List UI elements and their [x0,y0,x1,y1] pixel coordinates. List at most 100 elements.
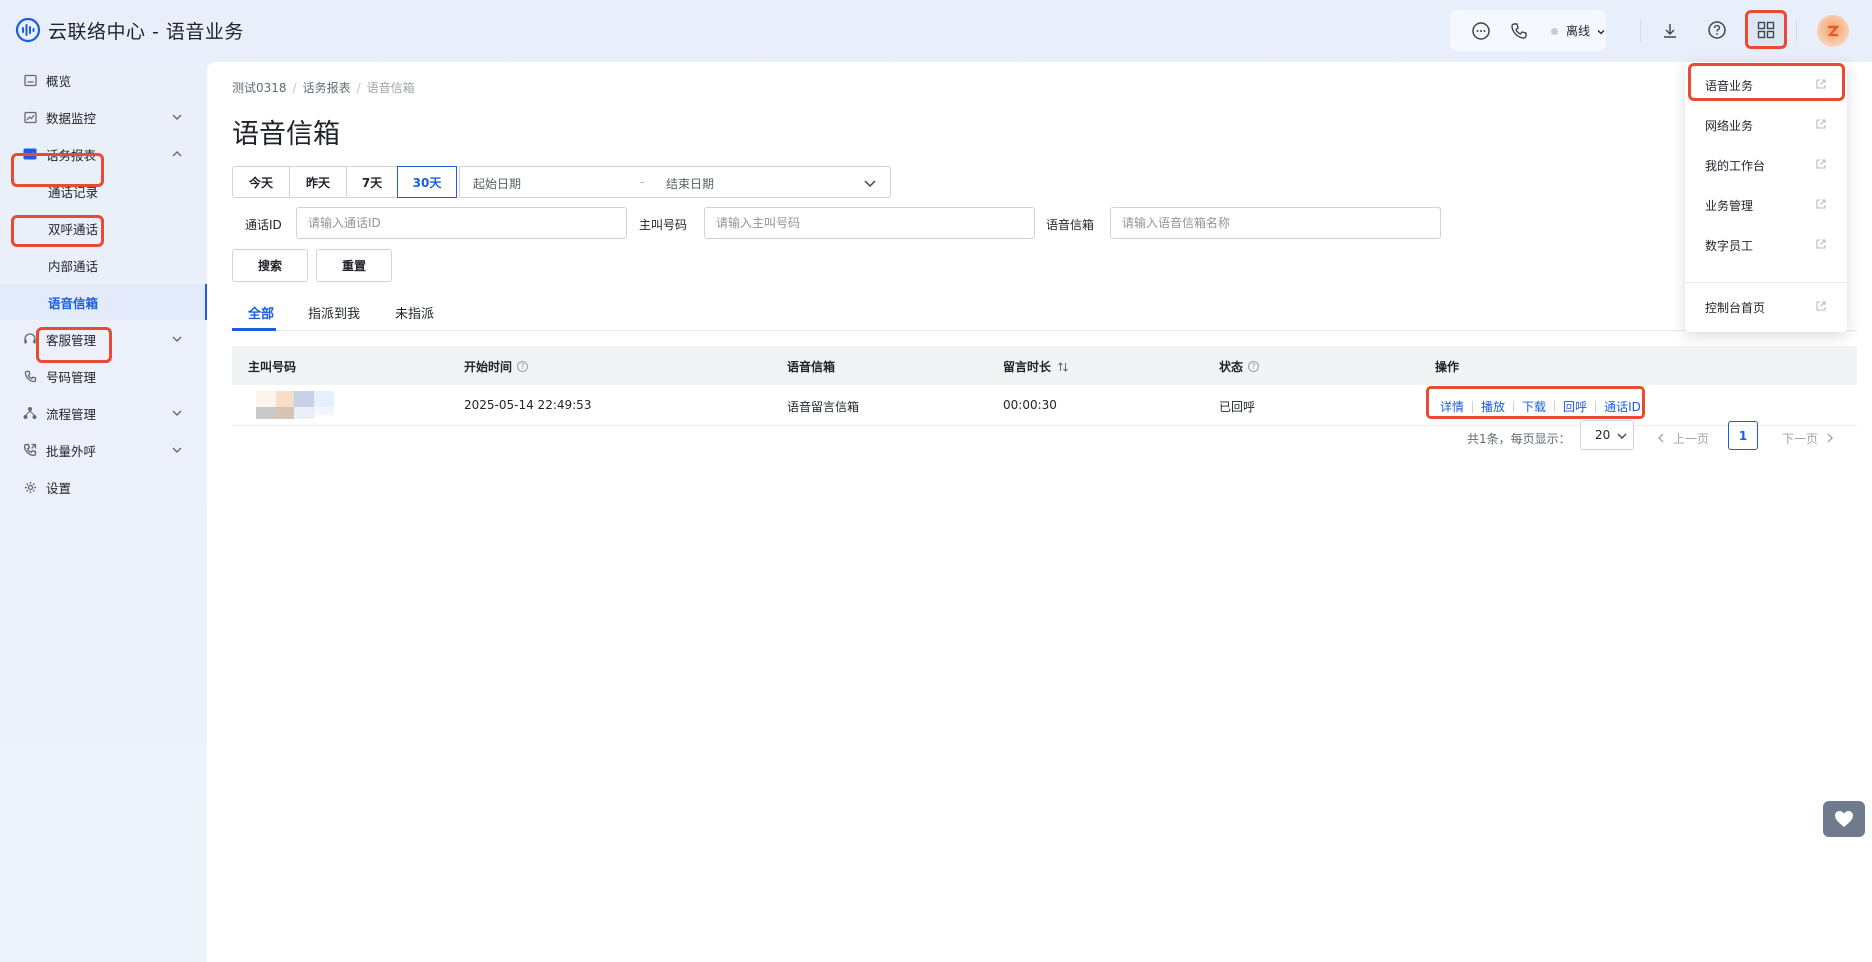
apps-grid-button[interactable] [1745,10,1787,49]
call-id-input[interactable] [296,207,627,239]
play-link[interactable]: 播放 [1481,398,1505,415]
feedback-button[interactable] [1823,801,1865,837]
prev-page-button[interactable]: 上一页 [1655,422,1709,454]
column-header: 状态? [1219,358,1260,375]
sidebar-item-internal-call[interactable]: 内部通话 [0,247,207,283]
call-id-link[interactable]: 通话ID [1604,398,1641,415]
avatar[interactable] [1817,15,1849,47]
reset-button[interactable]: 重置 [316,249,392,282]
external-link-icon [1816,79,1826,89]
page-number-current[interactable]: 1 [1728,421,1758,450]
tab-assigned-to-me[interactable]: 指派到我 [308,303,360,322]
external-link-icon [1816,199,1826,209]
sidebar-item-label: 设置 [46,480,72,496]
phone-icon[interactable] [1507,19,1531,43]
external-link-icon [1816,119,1826,129]
sidebar-item-report[interactable]: 话务报表 [0,136,207,172]
breadcrumb-item[interactable]: 话务报表 [303,81,351,95]
next-page-label: 下一页 [1782,431,1819,446]
sidebar: 概览 数据监控 话务报表 通话记录 双呼通话 内部通话 语音信箱 客服管理 号码… [0,62,207,962]
tab-active-indicator [232,328,276,331]
sidebar-item-service-mgmt[interactable]: 客服管理 [0,321,207,357]
report-icon [22,146,38,162]
tab-all[interactable]: 全部 [248,303,274,322]
app-title: 云联络中心 - 语音业务 [48,21,244,43]
breadcrumb-current: 语音信箱 [366,81,415,95]
top-header: 云联络中心 - 语音业务 离线 [0,0,1872,62]
status-dropdown[interactable]: 离线 [1566,22,1606,39]
help-icon[interactable] [1705,18,1729,42]
monitor-icon [22,109,38,125]
sidebar-item-voicemail[interactable]: 语音信箱 [0,284,207,320]
call-id-label: 通话ID [245,218,282,232]
sidebar-item-overview[interactable]: 概览 [0,62,207,98]
chevron-left-icon [1658,433,1664,443]
sidebar-item-monitor[interactable]: 数据监控 [0,99,207,135]
sidebar-item-label: 通话记录 [48,184,99,200]
search-button[interactable]: 搜索 [232,249,308,282]
sidebar-item-settings[interactable]: 设置 [0,469,207,505]
menu-item-digital-staff[interactable]: 数字员工 [1685,227,1847,263]
next-page-button[interactable]: 下一页 [1782,422,1836,454]
date-end-placeholder: 结束日期 [666,177,715,191]
chevron-right-icon [1827,433,1834,443]
external-link-icon [1816,301,1826,311]
range-today-button[interactable]: 今天 [232,166,289,198]
mailbox-label: 语音信箱 [1046,218,1095,232]
avatar-icon [1827,25,1840,37]
overview-icon [22,72,38,88]
help-icon[interactable]: ? [1248,361,1260,372]
date-range-picker[interactable]: 起始日期 - 结束日期 [459,166,891,198]
sort-icon[interactable] [1057,361,1069,373]
chevron-down-icon [172,336,182,342]
range-30days-button[interactable]: 30天 [397,166,457,198]
menu-item-label: 控制台首页 [1705,301,1766,315]
menu-item-console-home[interactable]: 控制台首页 [1685,289,1847,325]
sidebar-item-dual-call[interactable]: 双呼通话 [0,210,207,246]
help-icon[interactable]: ? [517,361,529,372]
tab-unassigned[interactable]: 未指派 [395,303,434,322]
duration-cell: 00:00:30 [1003,398,1057,412]
heart-icon [1835,811,1853,827]
chevron-down-icon [1617,433,1627,439]
headset-icon [22,331,38,347]
download-link[interactable]: 下载 [1522,398,1546,415]
chevron-down-icon [172,410,182,416]
column-header[interactable]: 留言时长 [1003,358,1069,375]
menu-item-voice-business[interactable]: 语音业务 [1685,67,1847,103]
column-header: 操作 [1435,360,1460,374]
sidebar-item-call-records[interactable]: 通话记录 [0,173,207,209]
chat-icon[interactable] [1469,19,1493,43]
status-label: 离线 [1566,24,1591,38]
date-separator: - [640,175,645,189]
sidebar-item-number-mgmt[interactable]: 号码管理 [0,358,207,394]
breadcrumb-item[interactable]: 测试0318 [232,81,287,95]
outbound-icon [22,442,38,458]
sidebar-item-label: 号码管理 [46,369,97,385]
menu-item-my-workbench[interactable]: 我的工作台 [1685,147,1847,183]
page-size-value: 20 [1595,428,1611,442]
menu-item-label: 网络业务 [1705,119,1754,133]
sidebar-item-label: 流程管理 [46,406,97,422]
callback-link[interactable]: 回呼 [1563,398,1587,415]
download-icon[interactable] [1658,19,1682,43]
mailbox-input[interactable] [1110,207,1441,239]
apps-grid-icon [1757,21,1775,38]
page-size-select[interactable]: 20 [1580,420,1634,450]
detail-link[interactable]: 详情 [1440,398,1464,415]
table-header: 主叫号码 开始时间? 语音信箱 留言时长 状态? 操作 [232,346,1857,385]
sidebar-item-flow-mgmt[interactable]: 流程管理 [0,395,207,431]
sidebar-item-batch-outbound[interactable]: 批量外呼 [0,432,207,468]
range-yesterday-button[interactable]: 昨天 [289,166,346,198]
header-divider [1796,20,1797,42]
caller-redacted [256,391,336,419]
menu-item-network-business[interactable]: 网络业务 [1685,107,1847,143]
menu-item-label: 语音业务 [1705,79,1754,93]
logo-icon [15,17,41,43]
range-7days-button[interactable]: 7天 [346,166,397,198]
menu-item-business-mgmt[interactable]: 业务管理 [1685,187,1847,223]
date-range-group: 今天 昨天 7天 30天 [232,166,457,198]
header-divider [1640,20,1641,42]
sidebar-item-label: 数据监控 [46,110,97,126]
caller-input[interactable] [704,207,1035,239]
